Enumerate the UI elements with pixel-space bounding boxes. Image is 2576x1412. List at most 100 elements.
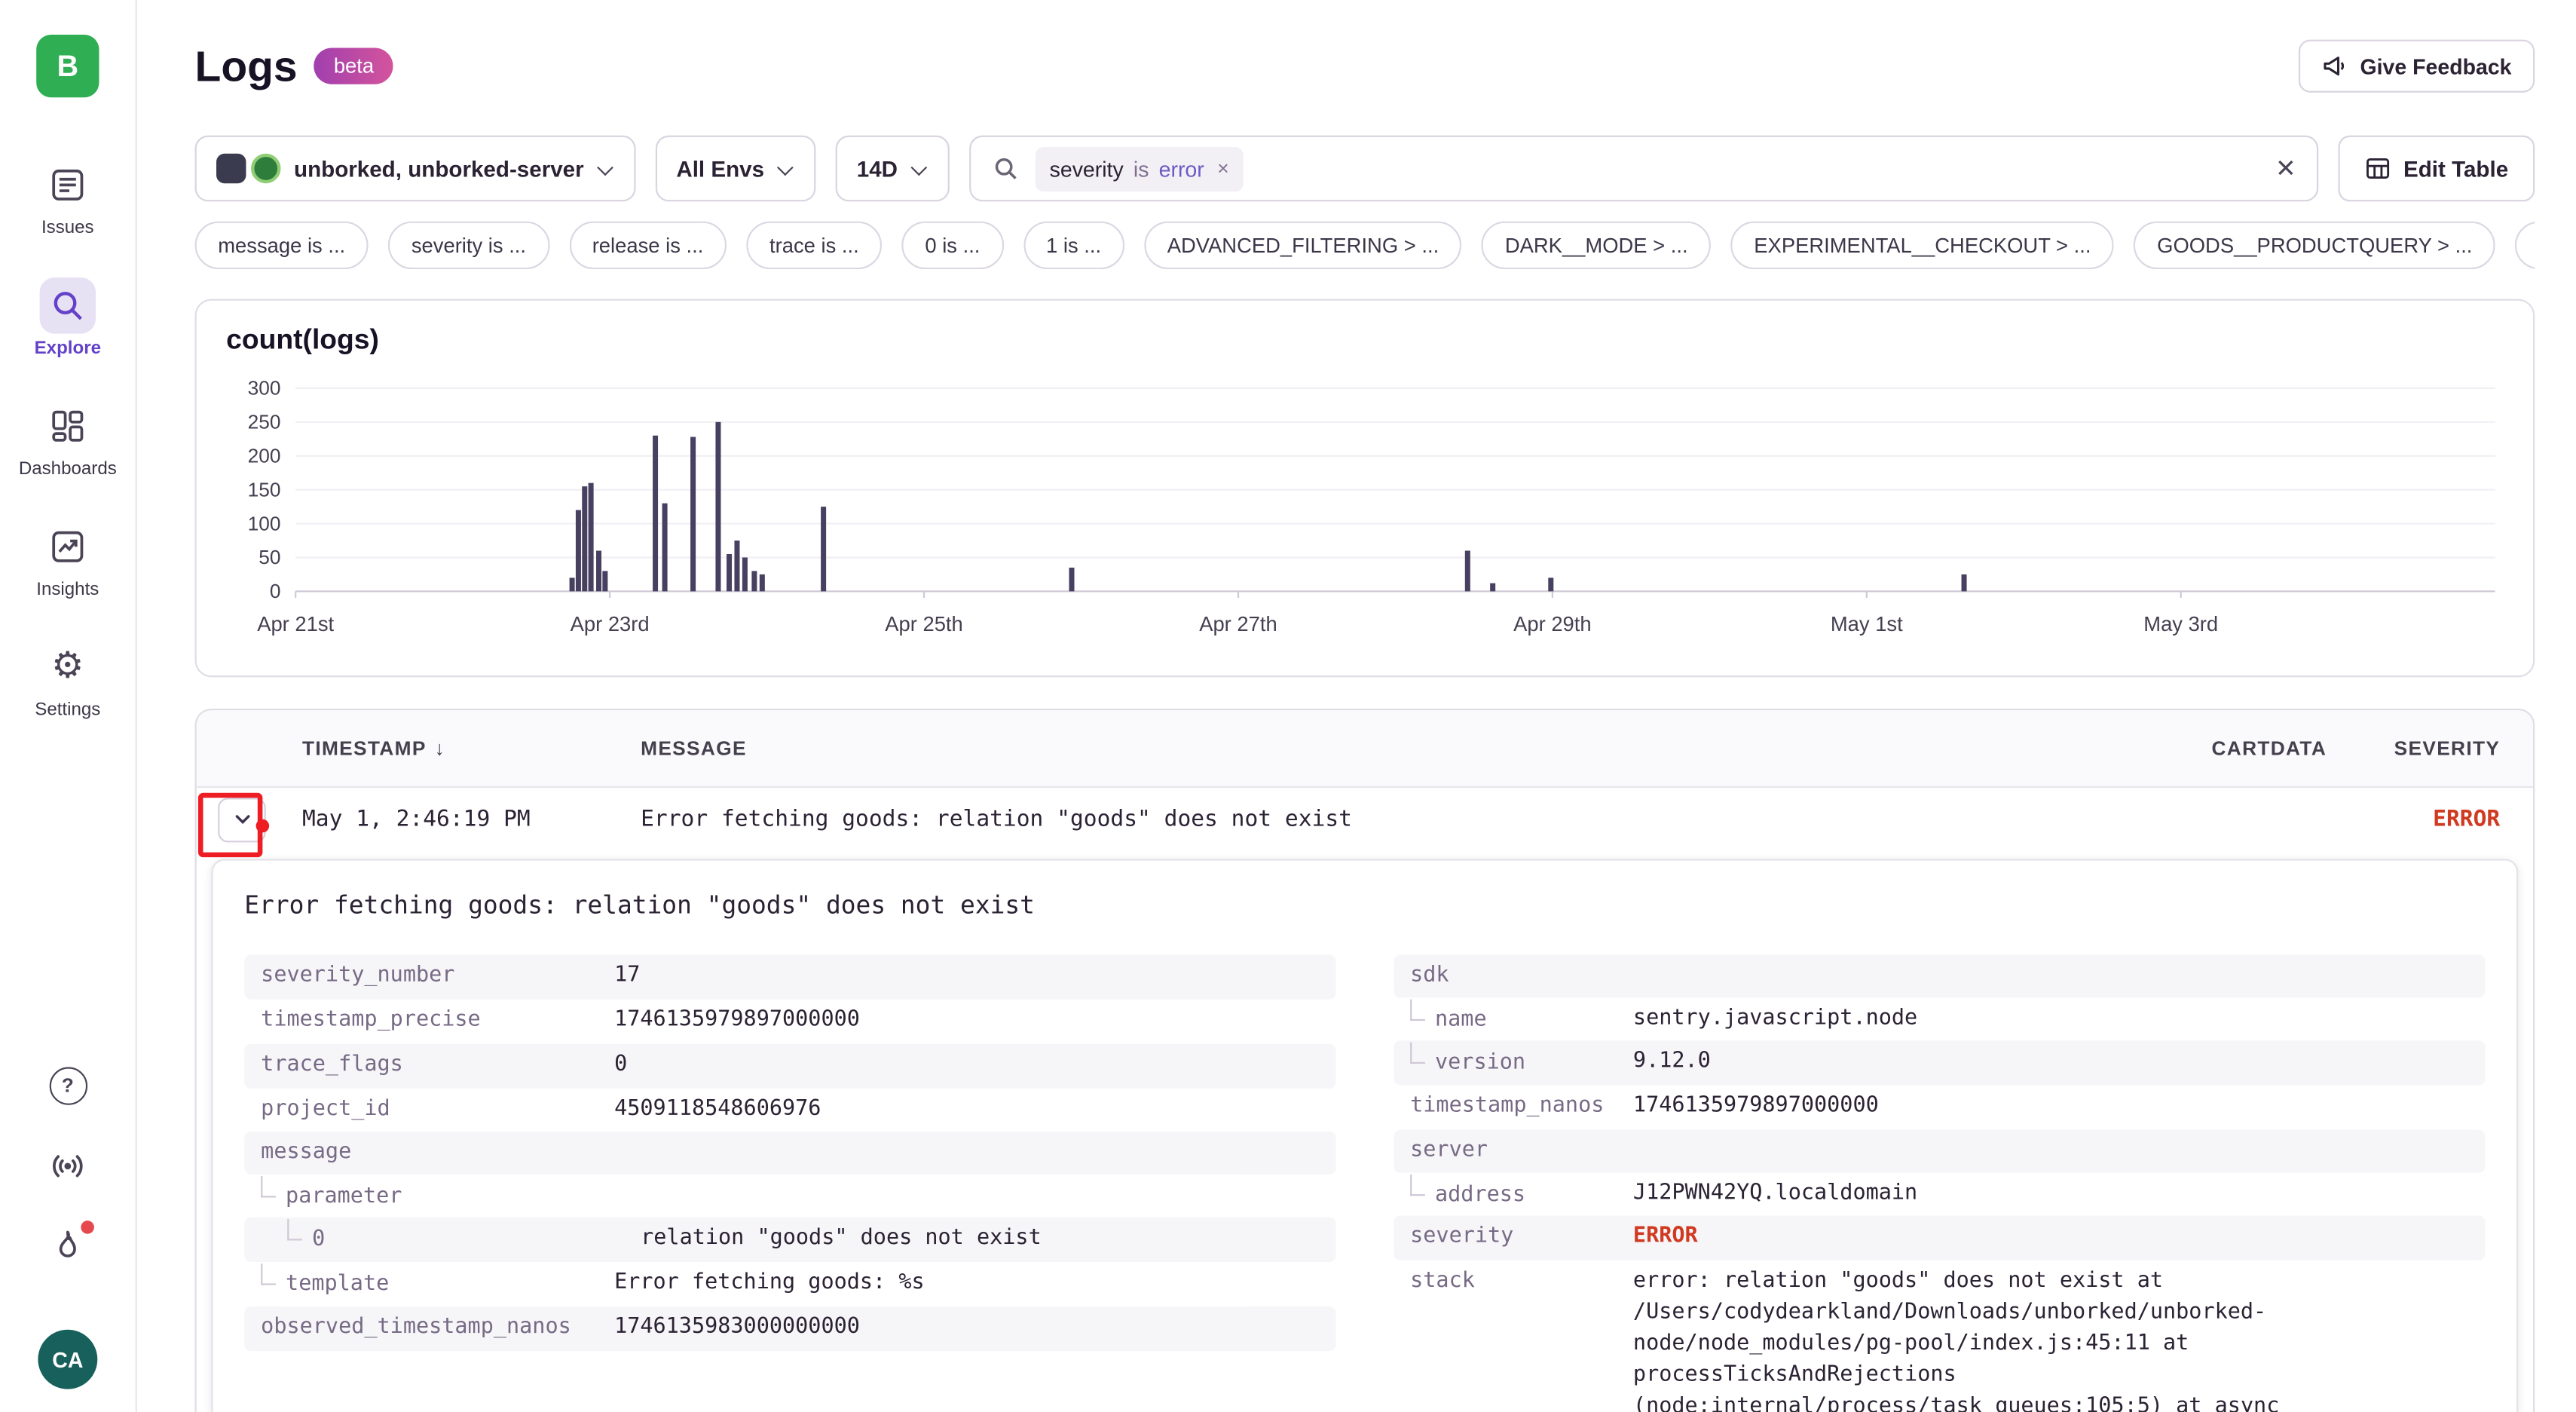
- search-token[interactable]: severity is error ×: [1035, 146, 1244, 191]
- sort-desc-icon: ↓: [435, 737, 445, 760]
- tree-connector: [1410, 999, 1425, 1020]
- x-axis-tick-label: Apr 21st: [257, 612, 334, 636]
- tree-connector: [1410, 1043, 1425, 1064]
- project-selector[interactable]: unborked, unborked-server: [195, 136, 635, 202]
- filter-chip[interactable]: 1 is ...: [1023, 222, 1124, 270]
- token-remove-icon[interactable]: ×: [1217, 157, 1228, 180]
- detail-key: severity_number: [261, 961, 614, 990]
- chart-bar: [1490, 583, 1495, 592]
- logs-chart-panel: count(logs) 050100150200250300Apr 21stAp…: [195, 299, 2535, 678]
- sidebar: B Issues Explore: [0, 0, 137, 1412]
- filter-chip[interactable]: ADVANCED_FILTERING > ...: [1144, 222, 1462, 270]
- y-axis-tick-label: 0: [270, 580, 281, 602]
- sidebar-item-settings[interactable]: ⚙ Settings: [35, 639, 100, 720]
- chart-bar: [570, 577, 575, 591]
- chart-bar: [715, 422, 720, 592]
- detail-key: parameter: [261, 1181, 614, 1211]
- detail-key: template: [261, 1269, 614, 1300]
- column-header-cartdata[interactable]: CARTDATA: [2079, 737, 2327, 760]
- environment-selector[interactable]: All Envs: [655, 136, 815, 202]
- column-header-message[interactable]: MESSAGE: [641, 737, 2079, 760]
- detail-row: severity_number17: [244, 954, 1335, 999]
- chart-bar: [653, 436, 658, 592]
- give-feedback-button[interactable]: Give Feedback: [2299, 40, 2535, 93]
- column-header-timestamp[interactable]: TIMESTAMP ↓: [302, 737, 641, 760]
- log-detail-title: Error fetching goods: relation "goods" d…: [244, 890, 2485, 920]
- whats-new-flame-icon[interactable]: [46, 1226, 89, 1269]
- sidebar-item-insights[interactable]: Insights: [36, 519, 99, 599]
- edit-table-button[interactable]: Edit Table: [2339, 136, 2535, 202]
- detail-value: relation "goods" does not exist: [641, 1225, 1042, 1256]
- filter-chip[interactable]: 0 is ...: [902, 222, 1003, 270]
- detail-key: project_id: [261, 1095, 614, 1123]
- logs-chart[interactable]: 050100150200250300Apr 21stApr 23rdApr 25…: [226, 366, 2503, 651]
- detail-row: timestamp_nanos1746135979897000000: [1394, 1086, 2485, 1130]
- sidebar-item-issues[interactable]: Issues: [40, 157, 96, 237]
- detail-row: project_id4509118548606976: [244, 1088, 1335, 1132]
- chart-bar: [1069, 568, 1074, 591]
- explore-search-icon: [40, 277, 96, 333]
- date-range-selector[interactable]: 14D: [835, 136, 949, 202]
- x-axis-tick-label: May 1st: [1831, 612, 1903, 636]
- filter-chip[interactable]: GOODS__PRODUCTQUERY > ...: [2134, 222, 2495, 270]
- issues-icon: [40, 157, 96, 213]
- chart-bar: [1465, 550, 1470, 591]
- chart-bar: [596, 550, 601, 591]
- insights-icon: [40, 519, 96, 574]
- detail-key: observed_timestamp_nanos: [261, 1313, 614, 1342]
- sidebar-footer: ? CA: [38, 1064, 97, 1389]
- detail-column-right: sdknamesentry.javascript.nodeversion9.12…: [1394, 954, 2485, 1412]
- broadcast-icon[interactable]: [46, 1144, 89, 1187]
- detail-key: server: [1410, 1137, 1633, 1165]
- filter-chip[interactable]: EXPERIMENTAL__CHECKOUT > ...: [1731, 222, 2115, 270]
- sidebar-item-explore[interactable]: Explore: [35, 277, 101, 358]
- search-input[interactable]: severity is error × ✕: [968, 136, 2319, 202]
- detail-key: version: [1410, 1048, 1633, 1079]
- y-axis-tick-label: 50: [259, 546, 280, 568]
- sidebar-item-label: Dashboards: [19, 459, 117, 479]
- megaphone-icon: [2322, 53, 2348, 79]
- chart-bar: [602, 571, 607, 591]
- y-axis-tick-label: 100: [248, 512, 281, 534]
- detail-row: timestamp_precise1746135979897000000: [244, 999, 1335, 1043]
- expand-row-button[interactable]: [218, 797, 266, 841]
- org-logo[interactable]: B: [36, 35, 99, 97]
- table-header-row: TIMESTAMP ↓ MESSAGE CARTDATA SEVERITY: [197, 710, 2533, 788]
- detail-value: 0: [614, 1050, 627, 1081]
- x-axis-tick-label: Apr 27th: [1199, 612, 1277, 636]
- detail-value: 1746135983000000000: [614, 1313, 860, 1344]
- date-range-label: 14D: [857, 156, 898, 181]
- detail-row: addressJ12PWN42YQ.localdomain: [1394, 1172, 2485, 1217]
- filter-chip[interactable]: severity is ...: [388, 222, 549, 270]
- app-root: B Issues Explore: [0, 0, 2576, 1412]
- detail-value: ERROR: [1633, 1223, 1698, 1254]
- detail-value: Error fetching goods: %s: [614, 1269, 925, 1300]
- chart-bar: [690, 437, 696, 592]
- message-header-label: MESSAGE: [641, 737, 747, 760]
- user-avatar[interactable]: CA: [38, 1330, 97, 1389]
- filter-chip[interactable]: DARK__MODE > ...: [1482, 222, 1711, 270]
- sidebar-item-dashboards[interactable]: Dashboards: [19, 398, 117, 479]
- tree-connector: [1410, 1174, 1425, 1195]
- filter-chip[interactable]: message is ...: [195, 222, 369, 270]
- help-icon[interactable]: ?: [46, 1064, 89, 1107]
- chevron-down-icon: [911, 161, 928, 177]
- give-feedback-label: Give Feedback: [2360, 54, 2511, 78]
- cartdata-header-label: CARTDATA: [2211, 737, 2327, 760]
- token-key: severity: [1050, 156, 1124, 181]
- detail-value: error: relation "goods" does not exist a…: [1633, 1267, 2469, 1412]
- chart-title: count(logs): [226, 323, 2503, 357]
- detail-row: trace_flags0: [244, 1043, 1335, 1088]
- filter-chip[interactable]: release is ...: [569, 222, 727, 270]
- detail-key: name: [1410, 1003, 1633, 1034]
- tree-connector: [287, 1220, 302, 1241]
- see-full-list-chip[interactable]: See full list: [2515, 222, 2535, 270]
- column-header-severity[interactable]: SEVERITY: [2327, 737, 2533, 760]
- clear-search-icon[interactable]: ✕: [2275, 154, 2296, 183]
- filter-chip[interactable]: trace is ...: [746, 222, 882, 270]
- log-table-row[interactable]: May 1, 2:46:19 PM Error fetching goods: …: [197, 788, 2533, 850]
- token-operator: is: [1134, 156, 1149, 181]
- detail-key: 0: [261, 1225, 641, 1256]
- tree-connector: [261, 1176, 276, 1197]
- chart-bar: [727, 554, 732, 591]
